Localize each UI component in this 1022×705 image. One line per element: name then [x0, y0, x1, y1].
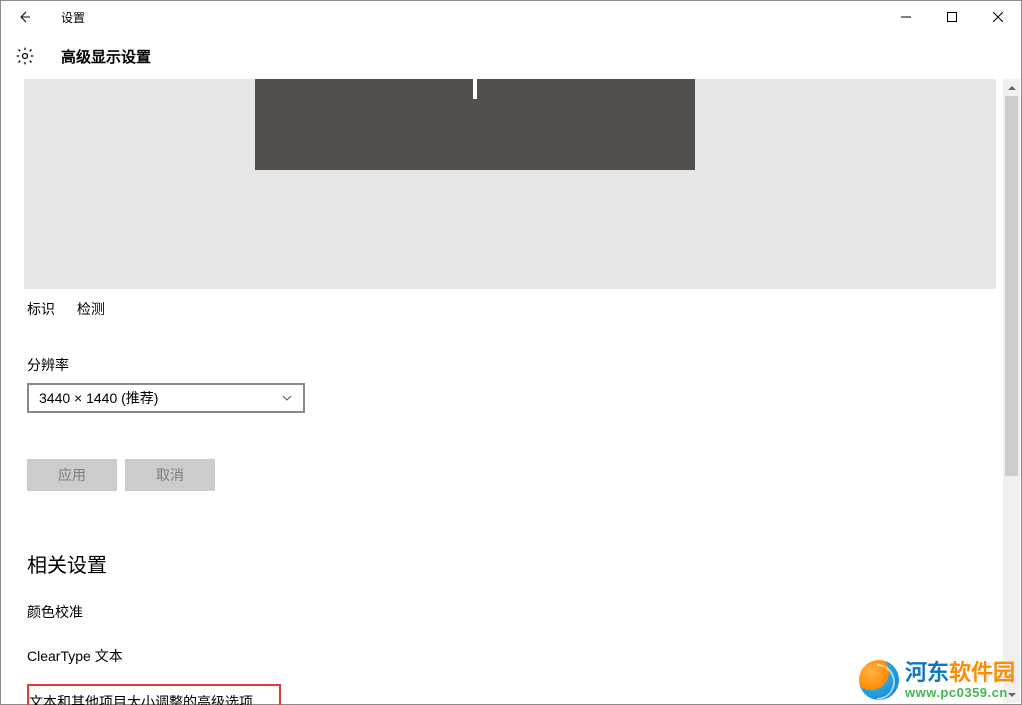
page-header: 高级显示设置: [1, 33, 1021, 79]
watermark-url: www.pc0359.cn: [905, 686, 1015, 699]
related-link-color-calibration[interactable]: 颜色校准: [27, 602, 995, 622]
resolution-dropdown[interactable]: 3440 × 1440 (推荐): [27, 383, 305, 413]
scrollbar-thumb[interactable]: [1005, 96, 1018, 476]
detect-link[interactable]: 检测: [77, 301, 105, 317]
watermark-logo: 河东软件园 www.pc0359.cn: [859, 660, 1015, 700]
minimize-button[interactable]: [883, 1, 929, 33]
watermark-text: 河东软件园 www.pc0359.cn: [905, 662, 1015, 699]
watermark-name-1: 河东: [905, 660, 949, 685]
content-area: 标识 检测 分辨率 3440 × 1440 (推荐) 应用 取消 相关设置 颜色…: [1, 79, 1021, 705]
resolution-value: 3440 × 1440 (推荐): [39, 388, 158, 408]
titlebar: 设置: [1, 1, 1021, 33]
close-button[interactable]: [975, 1, 1021, 33]
window-controls: [883, 1, 1021, 33]
watermark-globe-icon: [859, 660, 899, 700]
preview-links: 标识 检测: [27, 299, 995, 319]
gear-icon[interactable]: [13, 44, 37, 68]
page-title: 高级显示设置: [61, 46, 151, 67]
resolution-label: 分辨率: [27, 355, 995, 375]
action-buttons: 应用 取消: [27, 459, 995, 491]
chevron-down-icon: [281, 392, 293, 404]
related-link-advanced-sizing[interactable]: 文本和其他项目大小调整的高级选项: [27, 684, 281, 705]
monitor-cursor-mark: [473, 79, 477, 99]
monitor-preview-area: [24, 79, 996, 289]
related-settings-title: 相关设置: [27, 549, 995, 578]
identify-link[interactable]: 标识: [27, 301, 55, 317]
apply-button[interactable]: 应用: [27, 459, 117, 491]
scroll-up-arrow-icon[interactable]: [1003, 79, 1020, 96]
window-title: 设置: [61, 9, 85, 26]
monitor-thumbnail[interactable]: [255, 79, 695, 170]
cancel-button[interactable]: 取消: [125, 459, 215, 491]
watermark-name-2: 软件园: [949, 660, 1015, 685]
maximize-button[interactable]: [929, 1, 975, 33]
back-button[interactable]: [1, 1, 47, 33]
vertical-scrollbar[interactable]: [1003, 79, 1020, 703]
related-link-cleartype[interactable]: ClearType 文本: [27, 646, 995, 666]
